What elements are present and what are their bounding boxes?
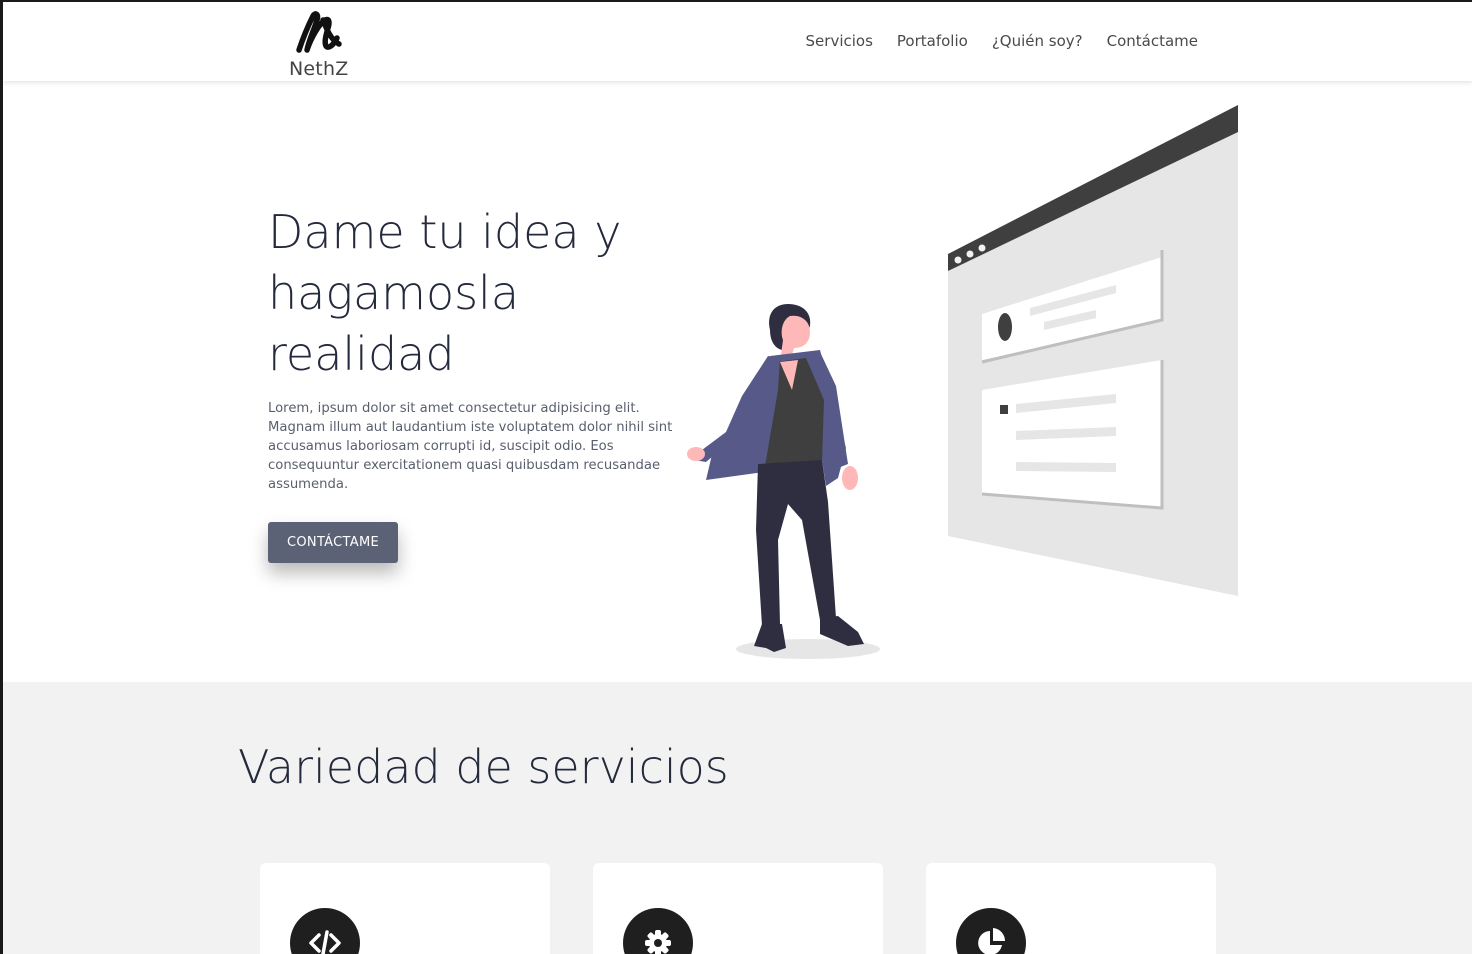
woman-with-browser-window-illustration [687,105,1238,659]
services-section: Variedad de servicios [3,682,1472,954]
hero-description: Lorem, ipsum dolor sit amet consectetur … [268,401,673,492]
pie-chart-icon [956,908,1026,954]
logo-link[interactable]: NethZ [285,8,355,80]
main-nav: Servicios Portafolio ¿Quién soy? Contáct… [806,32,1198,50]
nav-link-portafolio[interactable]: Portafolio [897,32,968,50]
nav-link-contactame[interactable]: Contáctame [1107,32,1198,50]
service-card-analytics[interactable] [926,863,1216,954]
services-title: Variedad de servicios [238,740,729,794]
service-card-settings[interactable] [593,863,883,954]
hero-title: Dame tu idea y hagamosla realidad [268,205,622,381]
gear-icon [623,908,693,954]
site-header: NethZ Servicios Portafolio ¿Quién soy? C… [3,2,1472,81]
page: NethZ Servicios Portafolio ¿Quién soy? C… [0,0,1472,954]
window-border-left [0,0,3,954]
nav-link-servicios[interactable]: Servicios [806,32,873,50]
contact-button[interactable]: CONTÁCTAME [268,522,398,563]
brand-name: NethZ [289,58,349,80]
code-icon [290,908,360,954]
service-card-development[interactable] [260,863,550,954]
handwritten-n-icon [296,11,342,53]
nav-link-quien-soy[interactable]: ¿Quién soy? [992,32,1083,50]
window-border-top [0,0,1472,2]
